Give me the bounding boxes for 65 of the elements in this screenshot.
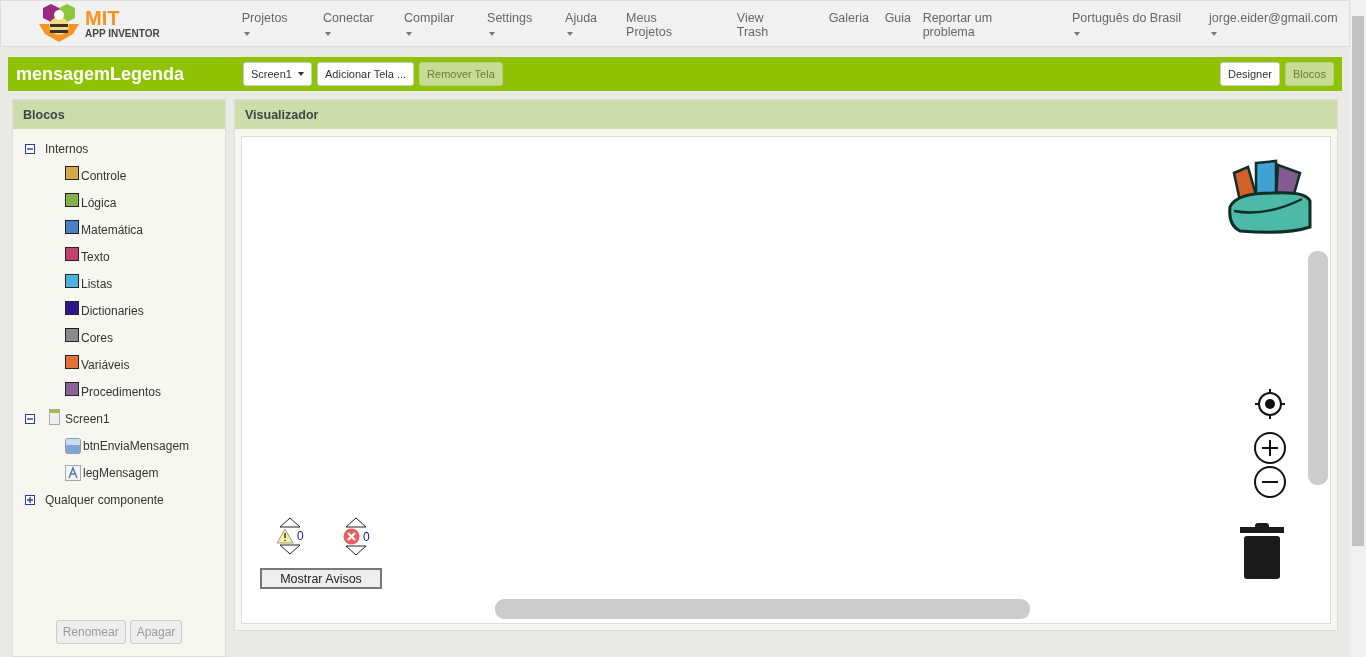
screen-icon — [49, 409, 60, 425]
tree-item[interactable]: Dictionaries — [81, 303, 144, 318]
nav-menu-item[interactable]: Ajuda — [565, 1, 599, 39]
zoom-out-icon[interactable] — [1253, 465, 1287, 499]
caret-icon — [298, 72, 304, 76]
caret-icon — [243, 32, 250, 36]
tree-item[interactable]: Matemática — [81, 222, 144, 237]
tree-item[interactable]: Texto — [81, 249, 110, 264]
nav-menu-item[interactable]: Meus Projetos — [626, 1, 700, 39]
vertical-scrollbar[interactable] — [1308, 251, 1328, 485]
expand-icon[interactable] — [25, 494, 35, 505]
trash-icon[interactable] — [1240, 523, 1284, 579]
tree-item[interactable]: Controle — [81, 168, 127, 183]
tree-item[interactable]: Cores — [81, 330, 113, 345]
toolbar-button[interactable]: Adicionar Tela ... — [317, 62, 415, 86]
down-arrow-icon[interactable] — [278, 544, 301, 555]
warning-count: 0 — [297, 529, 304, 543]
caret-icon — [325, 32, 332, 36]
logo-subtitle: APP INVENTOR — [85, 28, 160, 39]
horizontal-scrollbar[interactable] — [495, 599, 1030, 619]
caret-icon — [406, 32, 413, 36]
screen-dropdown[interactable]: Screen1 — [243, 62, 312, 86]
tree-item[interactable]: Lógica — [81, 195, 117, 210]
nav-menu-item[interactable]: Reportar um problema — [922, 1, 1038, 39]
up-arrow-icon[interactable] — [278, 517, 301, 528]
tree-item[interactable]: Variáveis — [81, 357, 130, 372]
caret-icon — [1211, 32, 1217, 36]
tree-item[interactable]: Listas — [81, 276, 113, 291]
nav-menu-item[interactable]: Compilar — [404, 1, 455, 39]
nav-menu-item[interactable]: View Trash — [736, 1, 794, 39]
tree-item[interactable]: Qualquer componente — [45, 492, 164, 507]
tree-item[interactable]: legMensagem — [83, 465, 159, 480]
tree-item[interactable]: Internos — [45, 141, 89, 156]
caret-icon — [489, 32, 496, 36]
show-warnings-button[interactable]: Mostrar Avisos — [260, 568, 382, 589]
warning-icon — [276, 528, 294, 544]
nav-menu-item[interactable]: Conectar — [323, 1, 372, 39]
recenter-icon[interactable] — [1254, 388, 1286, 420]
nav-menu-item[interactable]: jorge.eider@gmail.com — [1209, 1, 1349, 39]
up-arrow-icon[interactable] — [345, 517, 368, 528]
logo-title: MIT — [85, 7, 121, 28]
nav-menu-item[interactable]: Settings — [487, 1, 533, 39]
collapse-icon[interactable] — [25, 143, 35, 154]
project-title: mensagemLegenda — [16, 63, 186, 85]
zoom-in-icon[interactable] — [1253, 431, 1287, 465]
panel-title: Visualizador — [235, 100, 1337, 129]
collapse-icon[interactable] — [25, 413, 35, 424]
nav-menu-item[interactable]: Português do Brasil — [1072, 1, 1182, 39]
label-component-icon — [65, 464, 81, 481]
bee-logo-icon — [37, 4, 81, 42]
panel-title: Blocos — [13, 100, 225, 129]
caret-icon — [1074, 32, 1080, 36]
nav-menu-item[interactable]: Projetos — [241, 1, 285, 39]
down-arrow-icon[interactable] — [345, 545, 368, 556]
view-toggle-button[interactable]: Designer — [1219, 62, 1280, 86]
nav-menu-item[interactable]: Galeria — [828, 1, 867, 39]
tree-item[interactable]: Procedimentos — [81, 384, 162, 399]
error-count: 0 — [363, 529, 370, 544]
tree-item[interactable]: Screen1 — [65, 411, 110, 426]
tree-item[interactable]: btnEnviaMensagem — [83, 438, 190, 453]
button-component-icon — [65, 437, 81, 454]
page-scrollbar[interactable] — [1350, 0, 1366, 657]
error-icon — [343, 528, 360, 545]
nav-menu-item[interactable]: Guia — [884, 1, 911, 39]
caret-icon — [567, 32, 574, 36]
